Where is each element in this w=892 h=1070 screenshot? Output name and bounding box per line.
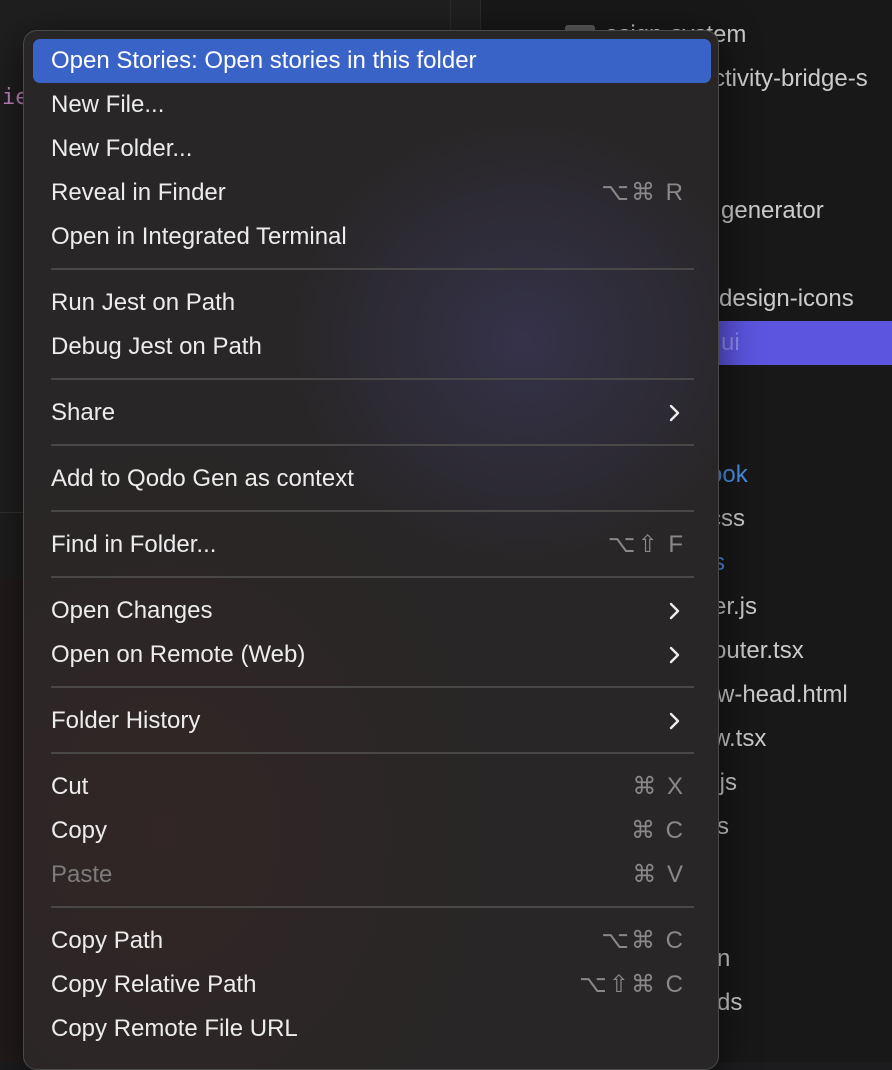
menu-item-label: Copy <box>51 817 108 844</box>
tree-item-label: n <box>717 945 731 972</box>
chevron-right-icon <box>669 602 680 620</box>
menu-item-paste: Paste ⌘ V <box>33 853 711 897</box>
menu-item-open-stories[interactable]: Open Stories: Open stories in this folde… <box>33 39 711 83</box>
menu-item-label: Open Stories: Open stories in this folde… <box>51 47 477 74</box>
menu-item-label: Open in Integrated Terminal <box>51 223 347 250</box>
menu-item-label: Run Jest on Path <box>51 289 236 316</box>
tree-item-label: er.js <box>713 593 758 620</box>
menu-item-open-changes[interactable]: Open Changes <box>33 589 711 633</box>
menu-item-share[interactable]: Share <box>33 391 711 435</box>
menu-item-label: Open Changes <box>51 597 213 624</box>
tree-item-label: generator <box>721 197 824 224</box>
menu-item-find-in-folder[interactable]: Find in Folder... ⌥⇧ F <box>33 523 711 567</box>
menu-item-copy-remote-url[interactable]: Copy Remote File URL <box>33 1007 711 1051</box>
menu-item-shortcut: ⌥⇧⌘ C <box>579 971 685 998</box>
menu-item-label: Add to Qodo Gen as context <box>51 465 354 492</box>
menu-item-copy-path[interactable]: Copy Path ⌥⌘ C <box>33 919 711 963</box>
menu-item-reveal-in-finder[interactable]: Reveal in Finder ⌥⌘ R <box>33 171 711 215</box>
menu-item-label: Paste <box>51 861 113 888</box>
menu-item-run-jest[interactable]: Run Jest on Path <box>33 281 711 325</box>
menu-item-shortcut: ⌘ X <box>632 773 685 800</box>
menu-item-copy-relative-path[interactable]: Copy Relative Path ⌥⇧⌘ C <box>33 963 711 1007</box>
menu-item-label: Open on Remote (Web) <box>51 641 306 668</box>
tree-item-label: ds <box>717 989 743 1016</box>
menu-item-label: Folder History <box>51 707 201 734</box>
menu-item-copy[interactable]: Copy ⌘ C <box>33 809 711 853</box>
menu-separator <box>51 378 694 380</box>
menu-separator <box>51 906 694 908</box>
menu-separator <box>51 752 694 754</box>
menu-item-label: Share <box>51 399 116 426</box>
menu-separator <box>51 510 694 512</box>
menu-item-label: New Folder... <box>51 135 193 162</box>
menu-separator <box>51 268 694 270</box>
menu-item-label: Debug Jest on Path <box>51 333 262 360</box>
menu-item-shortcut: ⌥⌘ R <box>601 179 685 206</box>
menu-item-label: Copy Remote File URL <box>51 1015 298 1042</box>
menu-item-new-folder[interactable]: New Folder... <box>33 127 711 171</box>
menu-item-debug-jest[interactable]: Debug Jest on Path <box>33 325 711 369</box>
tree-item-label: outer.tsx <box>713 637 804 664</box>
menu-item-label: Reveal in Finder <box>51 179 226 206</box>
tree-item-label: ctivity-bridge-s <box>713 65 868 92</box>
menu-item-label: Cut <box>51 773 89 800</box>
menu-separator <box>51 576 694 578</box>
chevron-right-icon <box>669 404 680 422</box>
menu-item-label: Find in Folder... <box>51 531 217 558</box>
menu-item-add-to-qodo[interactable]: Add to Qodo Gen as context <box>33 457 711 501</box>
menu-item-shortcut: ⌘ V <box>632 861 685 888</box>
menu-item-cut[interactable]: Cut ⌘ X <box>33 765 711 809</box>
menu-item-label: Copy Path <box>51 927 164 954</box>
tree-item-label: ui <box>721 329 740 356</box>
menu-item-open-on-remote[interactable]: Open on Remote (Web) <box>33 633 711 677</box>
menu-item-shortcut: ⌘ C <box>631 817 685 844</box>
menu-item-shortcut: ⌥⌘ C <box>601 927 685 954</box>
menu-separator <box>51 444 694 446</box>
menu-item-new-file[interactable]: New File... <box>33 83 711 127</box>
tree-item-label: design-icons <box>719 285 854 312</box>
tree-item-label: w-head.html <box>717 681 848 708</box>
chevron-right-icon <box>669 712 680 730</box>
menu-item-label: New File... <box>51 91 165 118</box>
menu-separator <box>51 686 694 688</box>
menu-item-folder-history[interactable]: Folder History <box>33 699 711 743</box>
menu-item-shortcut: ⌥⇧ F <box>607 531 685 558</box>
chevron-right-icon <box>669 646 680 664</box>
context-menu: Open Stories: Open stories in this folde… <box>23 30 719 1070</box>
menu-item-open-terminal[interactable]: Open in Integrated Terminal <box>33 215 711 259</box>
menu-item-label: Copy Relative Path <box>51 971 257 998</box>
tree-item-label: w.tsx <box>713 725 767 752</box>
